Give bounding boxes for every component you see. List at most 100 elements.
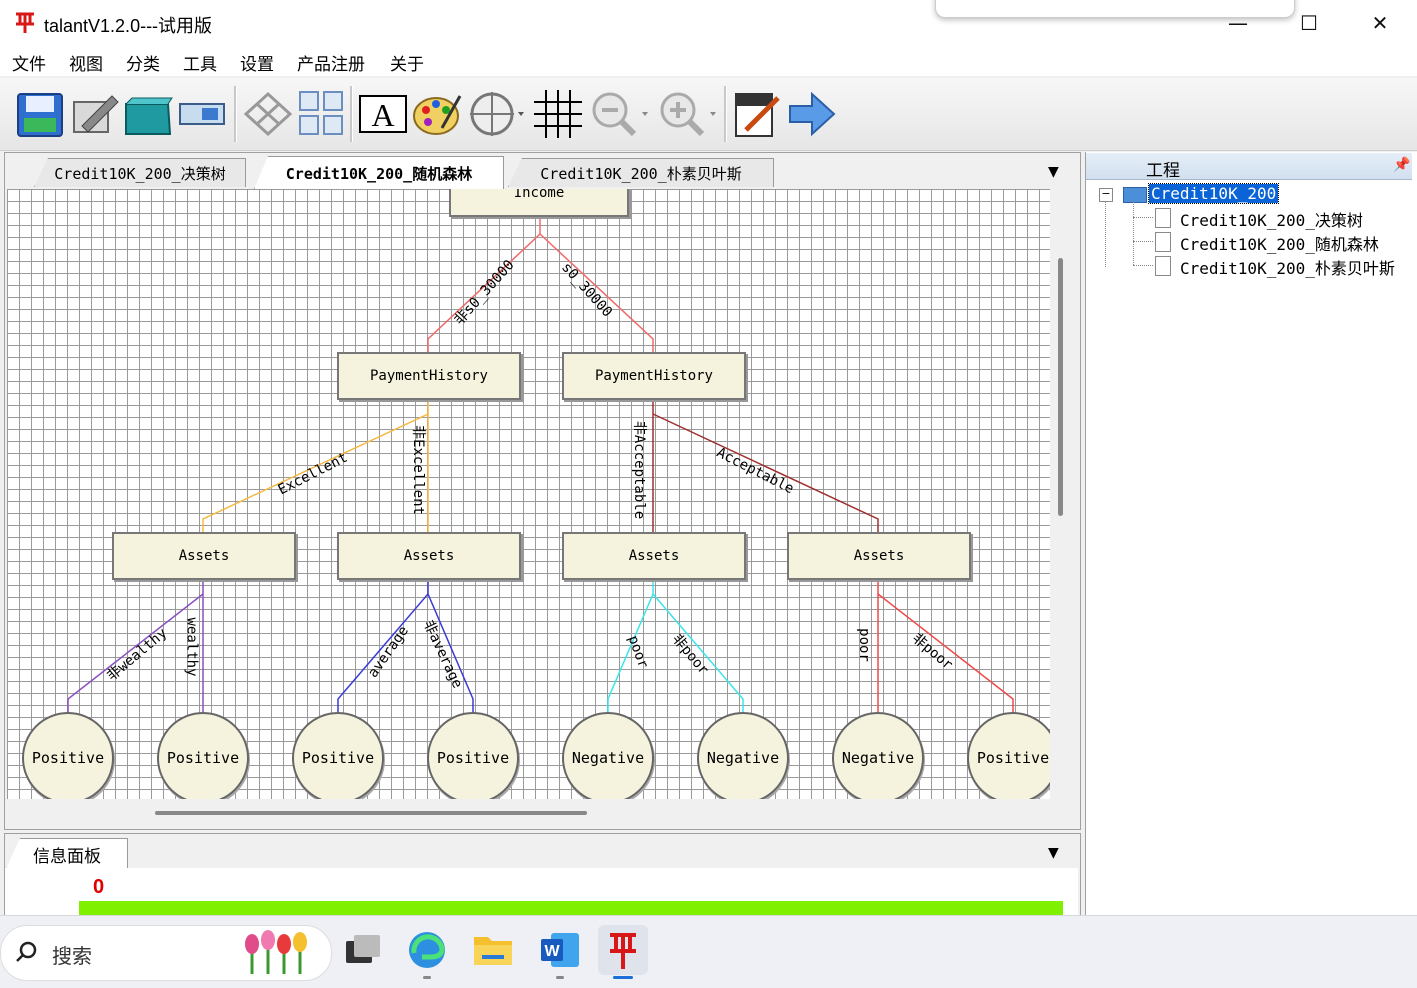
zoom-out-icon [592,92,648,137]
edge-label: 非Excellent [409,425,426,515]
tree-line [1133,241,1153,242]
tab-decision-tree[interactable]: Credit10K_200_决策树 [34,158,246,187]
svg-text:A: A [371,97,394,133]
project-child-item[interactable]: Credit10K_200_朴素贝叶斯 [1180,255,1395,279]
menu-view[interactable]: 视图 [69,50,103,75]
tab-info-panel[interactable]: 信息面板 [6,838,128,869]
progress-value: 0 [93,876,105,898]
close-icon: ✕ [1371,11,1389,35]
toolbar-separator [350,86,353,142]
tab-naive-bayes[interactable]: Credit10K_200_朴素贝叶斯 [508,158,774,187]
taskbar-running-indicator [423,976,431,979]
project-child-item[interactable]: Credit10K_200_决策树 [1180,207,1363,231]
network-button[interactable] [242,88,294,140]
grid-button[interactable] [532,88,584,140]
talant-app-icon [610,933,636,969]
target-button[interactable] [466,88,524,140]
toolbar-separator [234,86,237,142]
svg-text:W: W [544,943,560,960]
menu-about[interactable]: 关于 [390,50,424,75]
grid-layout-icon [299,91,343,135]
next-button[interactable] [786,88,838,140]
open-icon [125,97,173,135]
layout-button[interactable] [296,88,348,140]
horizontal-scrollbar[interactable] [155,811,587,815]
tree-node-assets-3[interactable]: Assets [562,532,746,580]
menu-register[interactable]: 产品注册 [297,50,365,75]
project-panel-title: 工程 [1146,161,1180,181]
edge-label: wealthy [183,617,200,677]
project-child-item[interactable]: Credit10K_200_随机森林 [1180,231,1379,255]
bmp-export-button[interactable] [732,88,784,140]
tree-leaf-1[interactable]: Positive [22,712,114,799]
folder-icon [474,937,512,965]
next-arrow-icon [789,91,836,137]
edit-button[interactable] [68,88,120,140]
edge-browser-button[interactable] [402,925,452,975]
task-view-icon [346,935,380,963]
tree-line [1133,217,1153,218]
toolbar-separator [724,86,727,142]
tree-node-assets-2[interactable]: Assets [337,532,521,580]
maximize-button[interactable]: ☐ [1274,0,1344,46]
grid-icon [534,90,582,138]
tab-random-forest[interactable]: Credit10K_200_随机森林 [254,156,504,189]
document-icon [1155,232,1171,252]
text-button[interactable]: A [358,88,410,140]
tree-node-root[interactable]: Income [449,189,629,217]
vertical-scrollbar[interactable] [1058,258,1063,516]
collapse-icon[interactable]: − [1099,188,1113,202]
menu-file[interactable]: 文件 [12,50,46,75]
minimize-icon: — [1228,11,1248,35]
save-button[interactable] [14,88,66,140]
palette-button[interactable] [412,88,464,140]
project-root-item[interactable]: Credit10K_200 [1147,183,1280,204]
tree-node-assets-1[interactable]: Assets [112,532,296,580]
tree-canvas[interactable]: Income 非s0_30000 s0_30000 PaymentHistory… [7,189,1050,799]
task-view-button[interactable] [338,925,388,975]
file-explorer-button[interactable] [468,925,518,975]
zoom-in-icon [660,92,716,137]
info-dropdown-icon[interactable]: ▼ [1048,845,1059,861]
tulips-icon [240,930,320,978]
bmp-export-icon [735,93,780,137]
word-button[interactable]: W [535,925,585,975]
tree-line [1105,201,1107,267]
close-button[interactable]: ✕ [1345,0,1415,46]
menu-classify[interactable]: 分类 [126,50,160,75]
tree-node-assets-4[interactable]: Assets [787,532,971,580]
edge-browser-icon [409,932,445,968]
zoom-out-button[interactable] [588,88,648,140]
menu-tools[interactable]: 工具 [183,50,217,75]
window-title: talantV1.2.0---试用版 [44,16,213,36]
tree-leaf-3[interactable]: Positive [292,712,384,799]
tree-leaf-5[interactable]: Negative [562,712,654,799]
print-button[interactable] [176,88,228,140]
zoom-in-button[interactable] [656,88,716,140]
tree-line [1133,201,1134,265]
search-placeholder: 搜索 [52,944,92,968]
talant-app-button[interactable] [598,925,648,975]
minimize-button[interactable]: — [1203,0,1273,46]
tree-node-payment-history-left[interactable]: PaymentHistory [337,352,521,400]
search-icon [14,940,38,968]
tree-leaf-4[interactable]: Positive [427,712,519,799]
tab-list-dropdown-icon[interactable]: ▼ [1048,164,1059,180]
menu-settings[interactable]: 设置 [240,50,274,75]
tree-leaf-2[interactable]: Positive [157,712,249,799]
pin-icon[interactable]: 📌 [1393,157,1410,173]
open-button[interactable] [122,88,174,140]
tree-leaf-8[interactable]: Positive [967,712,1050,799]
palette-icon [413,95,462,135]
text-icon: A [359,95,407,133]
maximize-icon: ☐ [1300,11,1318,35]
tree-leaf-7[interactable]: Negative [832,712,924,799]
project-icon [1123,187,1147,203]
tree-leaf-6[interactable]: Negative [697,712,789,799]
edge-label: 非Acceptable [631,420,648,520]
document-icon [1155,208,1171,228]
project-panel-header [1086,153,1412,180]
network-icon [243,91,293,137]
tree-node-payment-history-right[interactable]: PaymentHistory [562,352,746,400]
word-icon: W [541,933,579,967]
